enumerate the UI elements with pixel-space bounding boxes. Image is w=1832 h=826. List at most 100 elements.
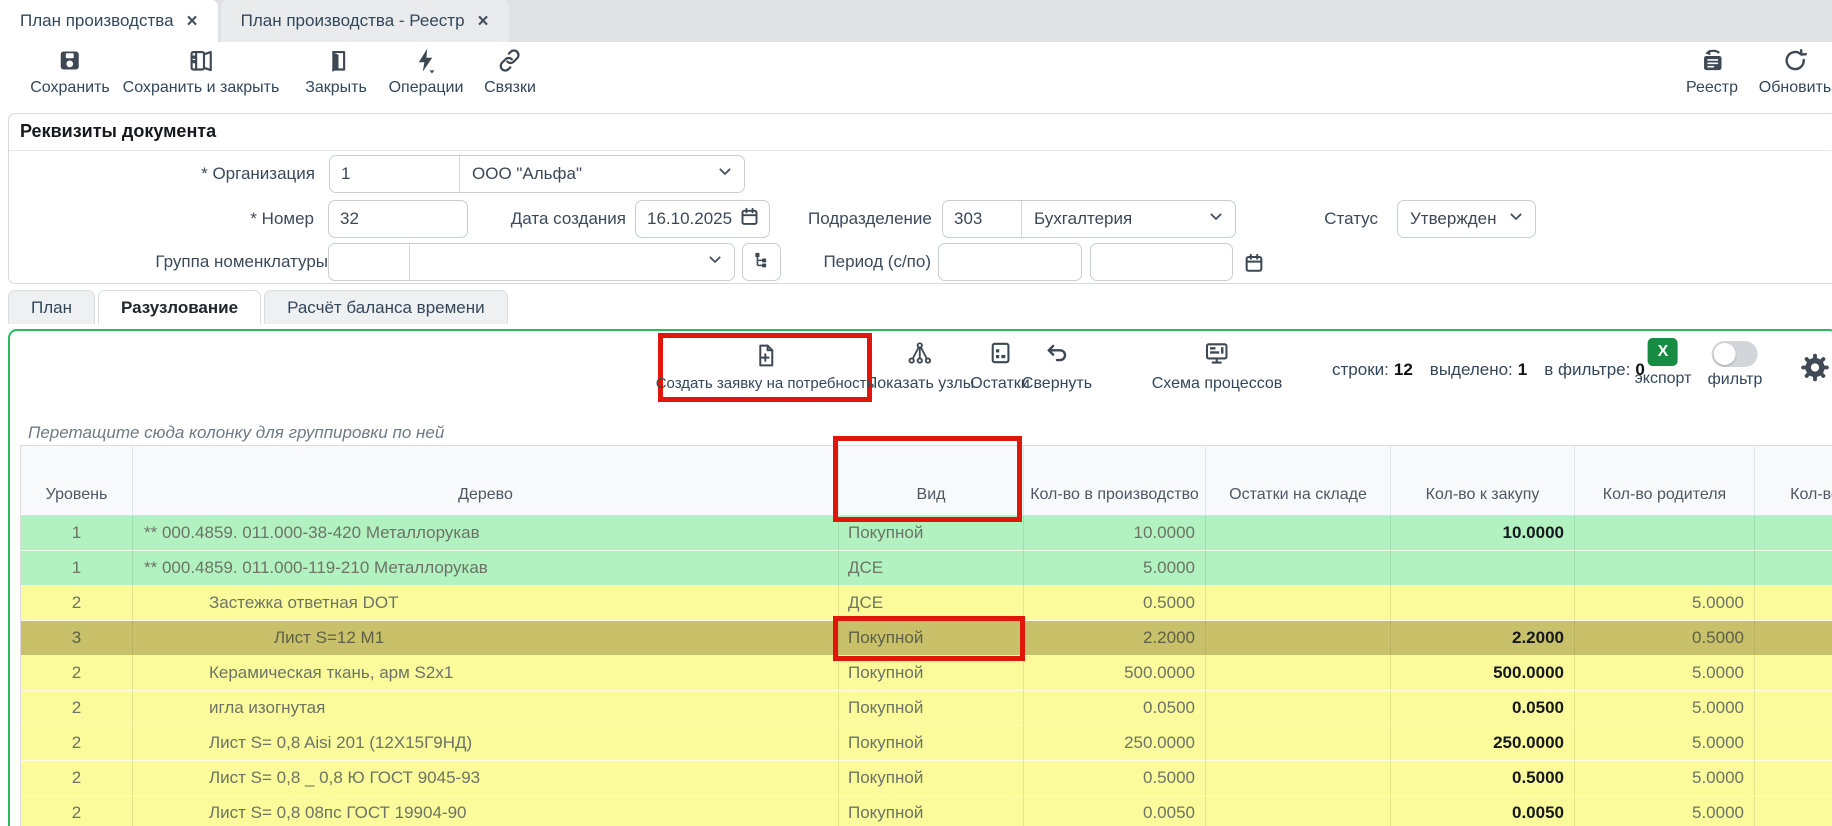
cell-level[interactable]: 3: [21, 621, 133, 656]
cell-qty-extra[interactable]: [1755, 586, 1832, 621]
cell-kind[interactable]: Покупной: [839, 691, 1024, 726]
cell-qty-purchase[interactable]: 500.0000: [1391, 656, 1575, 691]
toggle-pill-icon[interactable]: [1712, 341, 1758, 367]
cell-qty-parent[interactable]: [1575, 516, 1755, 551]
tab-time-balance[interactable]: Расчёт баланса времени: [264, 290, 508, 324]
nomenclature-group-combo[interactable]: [328, 243, 735, 281]
cell-qty-parent[interactable]: 0.5000: [1575, 621, 1755, 656]
cell-qty-purchase[interactable]: 0.0050: [1391, 796, 1575, 826]
table-row[interactable]: 2Лист S= 0,8 08пс ГОСТ 19904-90Покупной0…: [21, 796, 1832, 826]
cell-kind[interactable]: ДСЕ: [839, 586, 1024, 621]
cell-qty-production[interactable]: 2.2000: [1024, 621, 1206, 656]
nomenclature-group-code-field[interactable]: [329, 244, 410, 280]
table-row[interactable]: 1** 000.4859. 011.000-38-420 Металлорука…: [21, 516, 1832, 551]
cell-stock[interactable]: [1206, 726, 1391, 761]
cell-kind[interactable]: ДСЕ: [839, 551, 1024, 586]
cell-qty-purchase[interactable]: 250.0000: [1391, 726, 1575, 761]
cell-qty-extra[interactable]: [1755, 656, 1832, 691]
number-field[interactable]: 32: [328, 200, 468, 238]
cell-tree[interactable]: ** 000.4859. 011.000-119-210 Металлорука…: [133, 551, 839, 586]
nomenclature-group-name-field[interactable]: [410, 244, 734, 280]
cell-stock[interactable]: [1206, 656, 1391, 691]
tab-plan[interactable]: План: [8, 290, 95, 324]
cell-stock[interactable]: [1206, 691, 1391, 726]
organization-combo[interactable]: 1 ООО "Альфа": [329, 155, 745, 193]
organization-code-field[interactable]: 1: [330, 156, 460, 192]
cell-qty-purchase[interactable]: 0.0500: [1391, 691, 1575, 726]
cell-qty-parent[interactable]: [1575, 551, 1755, 586]
cell-level[interactable]: 1: [21, 551, 133, 586]
status-select[interactable]: Утвержден: [1397, 200, 1536, 238]
table-row[interactable]: 2игла изогнутаяПокупной0.05000.05005.000…: [21, 691, 1832, 726]
cell-qty-parent[interactable]: 5.0000: [1575, 656, 1755, 691]
cell-qty-parent[interactable]: 5.0000: [1575, 796, 1755, 826]
save-button[interactable]: Сохранить: [30, 47, 110, 97]
cell-level[interactable]: 2: [21, 691, 133, 726]
cell-stock[interactable]: [1206, 761, 1391, 796]
cell-level[interactable]: 2: [21, 586, 133, 621]
period-to-field[interactable]: [1090, 243, 1233, 281]
column-header-qty-production[interactable]: Кол-во в производство: [1024, 446, 1206, 515]
column-header-kind[interactable]: Вид: [839, 446, 1024, 515]
cell-qty-purchase[interactable]: [1391, 586, 1575, 621]
cell-stock[interactable]: [1206, 621, 1391, 656]
cell-stock[interactable]: [1206, 516, 1391, 551]
process-map-button[interactable]: Схема процессов: [1152, 340, 1283, 393]
cell-stock[interactable]: [1206, 796, 1391, 826]
cell-qty-production[interactable]: 500.0000: [1024, 656, 1206, 691]
cell-qty-purchase[interactable]: 10.0000: [1391, 516, 1575, 551]
cell-tree[interactable]: игла изогнутая: [133, 691, 839, 726]
cell-qty-production[interactable]: 0.0500: [1024, 691, 1206, 726]
cell-kind[interactable]: Покупной: [839, 726, 1024, 761]
cell-qty-production[interactable]: 0.5000: [1024, 586, 1206, 621]
created-date-field[interactable]: 16.10.2025: [635, 200, 770, 238]
cell-stock[interactable]: [1206, 586, 1391, 621]
cell-qty-parent[interactable]: 5.0000: [1575, 761, 1755, 796]
table-row[interactable]: 2Лист S= 0,8 _ 0,8 Ю ГОСТ 9045-93Покупно…: [21, 761, 1832, 796]
department-code-field[interactable]: 303: [943, 201, 1022, 237]
cell-kind[interactable]: Покупной: [839, 796, 1024, 826]
filter-toggle[interactable]: фильтр: [1708, 341, 1763, 389]
column-header-qty-extra[interactable]: Кол-во: [1755, 446, 1832, 515]
department-name-field[interactable]: Бухгалтерия: [1022, 201, 1235, 237]
cell-qty-extra[interactable]: [1755, 691, 1832, 726]
cell-tree[interactable]: ** 000.4859. 011.000-38-420 Металлорукав: [133, 516, 839, 551]
cell-qty-production[interactable]: 10.0000: [1024, 516, 1206, 551]
leftovers-button[interactable]: Остатки: [970, 340, 1029, 393]
cell-qty-parent[interactable]: 5.0000: [1575, 726, 1755, 761]
cell-level[interactable]: 2: [21, 761, 133, 796]
column-header-tree[interactable]: Дерево: [133, 446, 839, 515]
export-excel-button[interactable]: X экспорт: [1635, 338, 1692, 388]
registry-button[interactable]: Реестр: [1686, 47, 1738, 97]
cell-qty-extra[interactable]: [1755, 516, 1832, 551]
cell-kind[interactable]: Покупной: [839, 516, 1024, 551]
save-and-close-button[interactable]: Сохранить и закрыть: [123, 47, 280, 97]
create-request-button[interactable]: Создать заявку на потребность: [656, 343, 875, 392]
collapse-button[interactable]: Свернуть: [1022, 340, 1092, 393]
calendar-icon[interactable]: [739, 206, 760, 232]
grid-settings-button[interactable]: [1799, 351, 1832, 389]
cell-stock[interactable]: [1206, 551, 1391, 586]
chevron-down-icon[interactable]: [1206, 207, 1226, 232]
cell-qty-extra[interactable]: [1755, 761, 1832, 796]
cell-qty-purchase[interactable]: 0.5000: [1391, 761, 1575, 796]
column-header-qty-parent[interactable]: Кол-во родителя: [1575, 446, 1755, 515]
cell-qty-extra[interactable]: [1755, 726, 1832, 761]
column-header-stock[interactable]: Остатки на складе: [1206, 446, 1391, 515]
table-row[interactable]: 2Керамическая ткань, арм S2x1Покупной500…: [21, 656, 1832, 691]
table-row[interactable]: 1** 000.4859. 011.000-119-210 Металлорук…: [21, 551, 1832, 586]
cell-qty-parent[interactable]: 5.0000: [1575, 586, 1755, 621]
cell-level[interactable]: 2: [21, 656, 133, 691]
table-row[interactable]: 2Застежка ответная DOTДСЕ0.50005.0000: [21, 586, 1832, 621]
cell-kind[interactable]: Покупной: [839, 621, 1024, 656]
column-header-level[interactable]: Уровень: [21, 446, 133, 515]
operations-button[interactable]: Операции: [389, 47, 464, 97]
cell-kind[interactable]: Покупной: [839, 656, 1024, 691]
window-tab-production-plan-registry[interactable]: План производства - Реестр ×: [221, 0, 509, 42]
table-row[interactable]: 3Лист S=12 М1Покупной2.20002.20000.5000: [21, 621, 1832, 656]
cell-tree[interactable]: Лист S= 0,8 Aisi 201 (12Х15Г9НД): [133, 726, 839, 761]
close-tab-icon[interactable]: ×: [187, 12, 198, 31]
cell-qty-purchase[interactable]: 2.2000: [1391, 621, 1575, 656]
cell-tree[interactable]: Керамическая ткань, арм S2x1: [133, 656, 839, 691]
cell-level[interactable]: 2: [21, 726, 133, 761]
